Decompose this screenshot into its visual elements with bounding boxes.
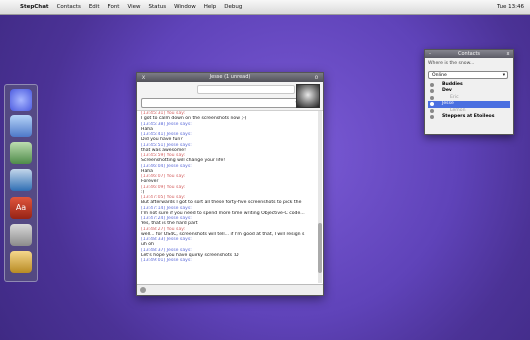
contacts-window: - Contacts x Where is the snow... Online… (424, 49, 514, 135)
chevron-down-icon: ▾ (502, 73, 505, 78)
contact-row[interactable]: Steppers at Etoileos (428, 114, 510, 120)
chat-titlebar[interactable]: x Jesse (1 unread) o (137, 73, 323, 82)
close-icon[interactable]: x (505, 50, 511, 58)
leaf-icon[interactable] (10, 142, 32, 164)
globe-icon[interactable] (10, 169, 32, 191)
contact-list: Buddies Dev Eric Jesse Lemon Steppers at Etoi… (428, 82, 510, 120)
menu-font[interactable]: Font (103, 4, 123, 10)
message-input[interactable] (137, 284, 323, 295)
menu-contacts[interactable]: Contacts (53, 4, 85, 10)
menu-icon[interactable]: - (427, 50, 433, 58)
close-icon[interactable]: x (140, 74, 147, 81)
menu-view[interactable]: View (123, 4, 144, 10)
status-value: Online (432, 73, 447, 78)
menu-edit[interactable]: Edit (85, 4, 104, 10)
conversation-log[interactable]: [13:45:31] You say: I got to calm down on… (141, 111, 315, 283)
chat-title: Jesse (1 unread) (209, 74, 251, 80)
menu-status[interactable]: Status (145, 4, 171, 10)
archive-icon[interactable] (10, 251, 32, 273)
status-dot-icon (430, 95, 434, 100)
menu-help[interactable]: Help (200, 4, 221, 10)
emoticon-icon[interactable] (140, 287, 146, 293)
chat-search-field[interactable] (197, 85, 295, 94)
status-dot-icon (430, 83, 434, 87)
menu-window[interactable]: Window (170, 4, 200, 10)
pen-tool-icon[interactable] (10, 115, 32, 137)
menu-clock[interactable]: Tue 13:46 (497, 4, 530, 10)
menu-app-name[interactable]: StepChat (16, 4, 53, 10)
status-dot-icon (430, 89, 434, 94)
chat-header: ▾ (137, 82, 323, 111)
scroll-thumb[interactable] (318, 223, 322, 273)
adobe-icon[interactable]: Aa (10, 197, 32, 219)
status-select[interactable]: Online ▾ (428, 71, 508, 79)
contacts-titlebar[interactable]: - Contacts x (425, 50, 513, 58)
status-message-field[interactable]: Where is the snow... (428, 61, 474, 66)
chat-window: x Jesse (1 unread) o ▾ [13:45:31] You sa… (136, 72, 324, 296)
adobe-icon-label: Aa (15, 203, 27, 212)
contact-label: Dev (442, 88, 452, 94)
message-header: [13:49:01] Jesse says: (141, 258, 192, 263)
contact-label: Jesse (442, 101, 454, 107)
contacts-title: Contacts (457, 51, 481, 57)
contact-label: Eric (450, 94, 459, 100)
dock: Aa (4, 84, 38, 282)
contact-label: Steppers at Etoileos (442, 113, 495, 119)
menu-bar: StepChat Contacts Edit Font View Status … (0, 0, 530, 15)
contact-label: Buddies (442, 82, 463, 87)
avatar (296, 84, 320, 108)
menu-debug[interactable]: Debug (220, 4, 246, 10)
status-dot-icon (430, 108, 434, 113)
chat-status-select[interactable]: ▾ (141, 98, 301, 108)
status-dot-icon (430, 102, 434, 107)
contact-label: Lemon (450, 107, 466, 113)
zoom-icon[interactable]: o (313, 74, 320, 81)
finder-icon[interactable] (10, 89, 32, 111)
message-text: But afterwards I got to sort all these f… (141, 200, 302, 206)
status-dot-icon (430, 114, 434, 119)
calculator-icon[interactable] (10, 224, 32, 246)
